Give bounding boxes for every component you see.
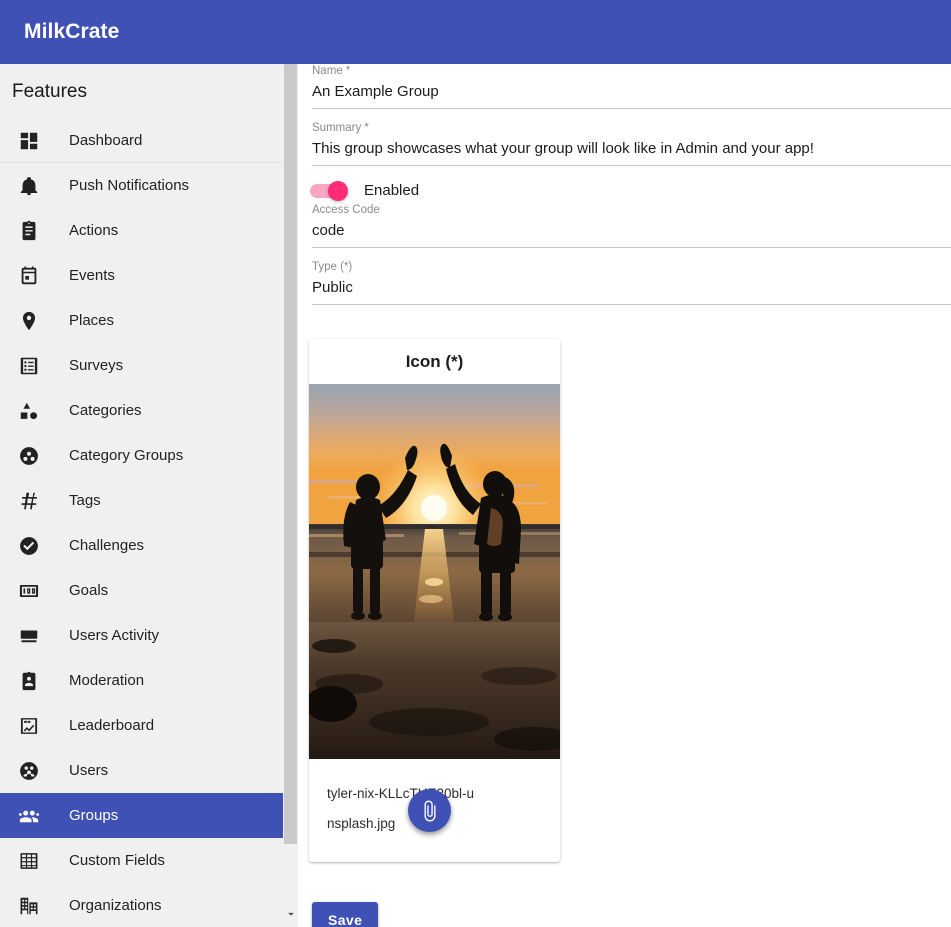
sidebar-item-label: Goals: [69, 582, 109, 599]
sidebar-item-users[interactable]: Users: [0, 748, 285, 793]
sidebar-scroll-down-chevron[interactable]: [283, 905, 299, 923]
sidebar-item-label: Custom Fields: [69, 852, 165, 869]
sidebar-item-label: Dashboard: [69, 132, 143, 149]
bell-icon: [17, 174, 41, 198]
enabled-toggle-label: Enabled: [364, 182, 420, 199]
sidebar-item-tags[interactable]: Tags: [0, 478, 285, 523]
sidebar-item-label: Tags: [69, 492, 101, 509]
summary-underline: [312, 165, 951, 166]
hash-icon: [17, 489, 41, 513]
chevron-down-icon: [288, 912, 294, 916]
field-name: Name * An Example Group: [312, 64, 951, 109]
access-code-input[interactable]: code: [312, 217, 951, 241]
access-code-underline: [312, 247, 951, 248]
map-pin-icon: [17, 309, 41, 333]
sidebar-item-category-groups[interactable]: Category Groups: [0, 433, 285, 478]
group-people-icon: [17, 804, 41, 828]
grid-table-icon: [17, 849, 41, 873]
sidebar-item-label: Organizations: [69, 897, 162, 914]
field-access-code: Access Code code: [312, 203, 951, 248]
icon-card: Icon (*) tyler-nix-KLLcTHE20bl-unsplash.…: [309, 339, 560, 862]
attach-file-button[interactable]: [408, 789, 451, 832]
sidebar-item-surveys[interactable]: Surveys: [0, 343, 285, 388]
sidebar-item-categories[interactable]: Categories: [0, 388, 285, 433]
field-summary: Summary * This group showcases what your…: [312, 121, 951, 166]
leaderboard-chart-icon: [17, 714, 41, 738]
icon-card-title: Icon (*): [405, 351, 464, 371]
sidebar-item-push-notifications[interactable]: Push Notifications: [0, 163, 285, 208]
enabled-toggle-row[interactable]: Enabled: [310, 180, 420, 201]
type-label: Type (*): [312, 261, 353, 273]
save-button[interactable]: Save: [312, 902, 379, 927]
sidebar-item-dashboard[interactable]: Dashboard: [0, 118, 285, 163]
summary-label: Summary *: [312, 122, 369, 134]
sidebar-item-organizations[interactable]: Organizations: [0, 883, 285, 927]
sidebar: Features Dashboard Push Notifications Acti…: [0, 64, 285, 927]
people-circle-icon: [17, 759, 41, 783]
sidebar-nav-list: Dashboard Push Notifications Actions Events…: [0, 118, 285, 927]
badge-person-icon: [17, 669, 41, 693]
check-circle-icon: [17, 534, 41, 558]
icon-card-footer: tyler-nix-KLLcTHE20bl-unsplash.jpg: [309, 759, 560, 862]
counter-100-icon: [17, 579, 41, 603]
sidebar-item-label: Groups: [69, 807, 119, 824]
clipboard-icon: [17, 219, 41, 243]
category-groups-icon: [17, 444, 41, 468]
sidebar-item-label: Events: [69, 267, 115, 284]
enabled-toggle[interactable]: [310, 180, 348, 201]
toggle-knob: [328, 180, 348, 201]
calendar-icon: [17, 264, 41, 288]
sidebar-item-goals[interactable]: Goals: [0, 568, 285, 613]
sidebar-item-events[interactable]: Events: [0, 253, 285, 298]
shapes-icon: [17, 399, 41, 423]
app-bar: MilkCrate: [0, 0, 951, 64]
app-title: MilkCrate: [24, 20, 120, 43]
main-content: Name * An Example Group Summary * This g…: [299, 64, 951, 927]
sidebar-item-places[interactable]: Places: [0, 298, 285, 343]
sidebar-item-label: Users: [69, 762, 109, 779]
sidebar-item-actions[interactable]: Actions: [0, 208, 285, 253]
type-underline: [312, 304, 951, 305]
access-code-label: Access Code: [312, 204, 380, 216]
sidebar-item-custom-fields[interactable]: Custom Fields: [0, 838, 285, 883]
building-icon: [17, 894, 41, 918]
type-select[interactable]: Public: [312, 274, 951, 298]
sidebar-heading: Features: [12, 81, 87, 102]
sidebar-item-label: Category Groups: [69, 447, 184, 464]
sidebar-scrollbar-thumb[interactable]: [284, 64, 297, 844]
name-label: Name *: [312, 65, 351, 77]
name-underline: [312, 108, 951, 109]
sidebar-item-challenges[interactable]: Challenges: [0, 523, 285, 568]
icon-preview-image: [309, 384, 560, 759]
icon-filename: tyler-nix-KLLcTHE20bl-unsplash.jpg: [327, 786, 475, 831]
sidebar-item-label: Push Notifications: [69, 177, 190, 194]
sidebar-item-label: Leaderboard: [69, 717, 155, 734]
field-type: Type (*) Public: [312, 260, 951, 305]
name-input[interactable]: An Example Group: [312, 78, 951, 102]
sidebar-item-label: Challenges: [69, 537, 145, 554]
dashboard-icon: [17, 129, 41, 153]
sidebar-item-label: Surveys: [69, 357, 124, 374]
sidebar-item-leaderboard[interactable]: Leaderboard: [0, 703, 285, 748]
paperclip-icon: [424, 799, 435, 822]
app-root: MilkCrate Features Dashboard Push Notific…: [0, 0, 951, 927]
sidebar-item-groups[interactable]: Groups: [0, 793, 285, 838]
sidebar-item-label: Places: [69, 312, 115, 329]
sidebar-item-label: Actions: [69, 222, 119, 239]
sidebar-item-label: Moderation: [69, 672, 145, 689]
activity-bar-icon: [17, 624, 41, 648]
sidebar-item-label: Categories: [69, 402, 142, 419]
sidebar-item-moderation[interactable]: Moderation: [0, 658, 285, 703]
sidebar-item-users-activity[interactable]: Users Activity: [0, 613, 285, 658]
sidebar-item-label: Users Activity: [69, 627, 160, 644]
summary-input[interactable]: This group showcases what your group wil…: [312, 135, 951, 159]
list-box-icon: [17, 354, 41, 378]
